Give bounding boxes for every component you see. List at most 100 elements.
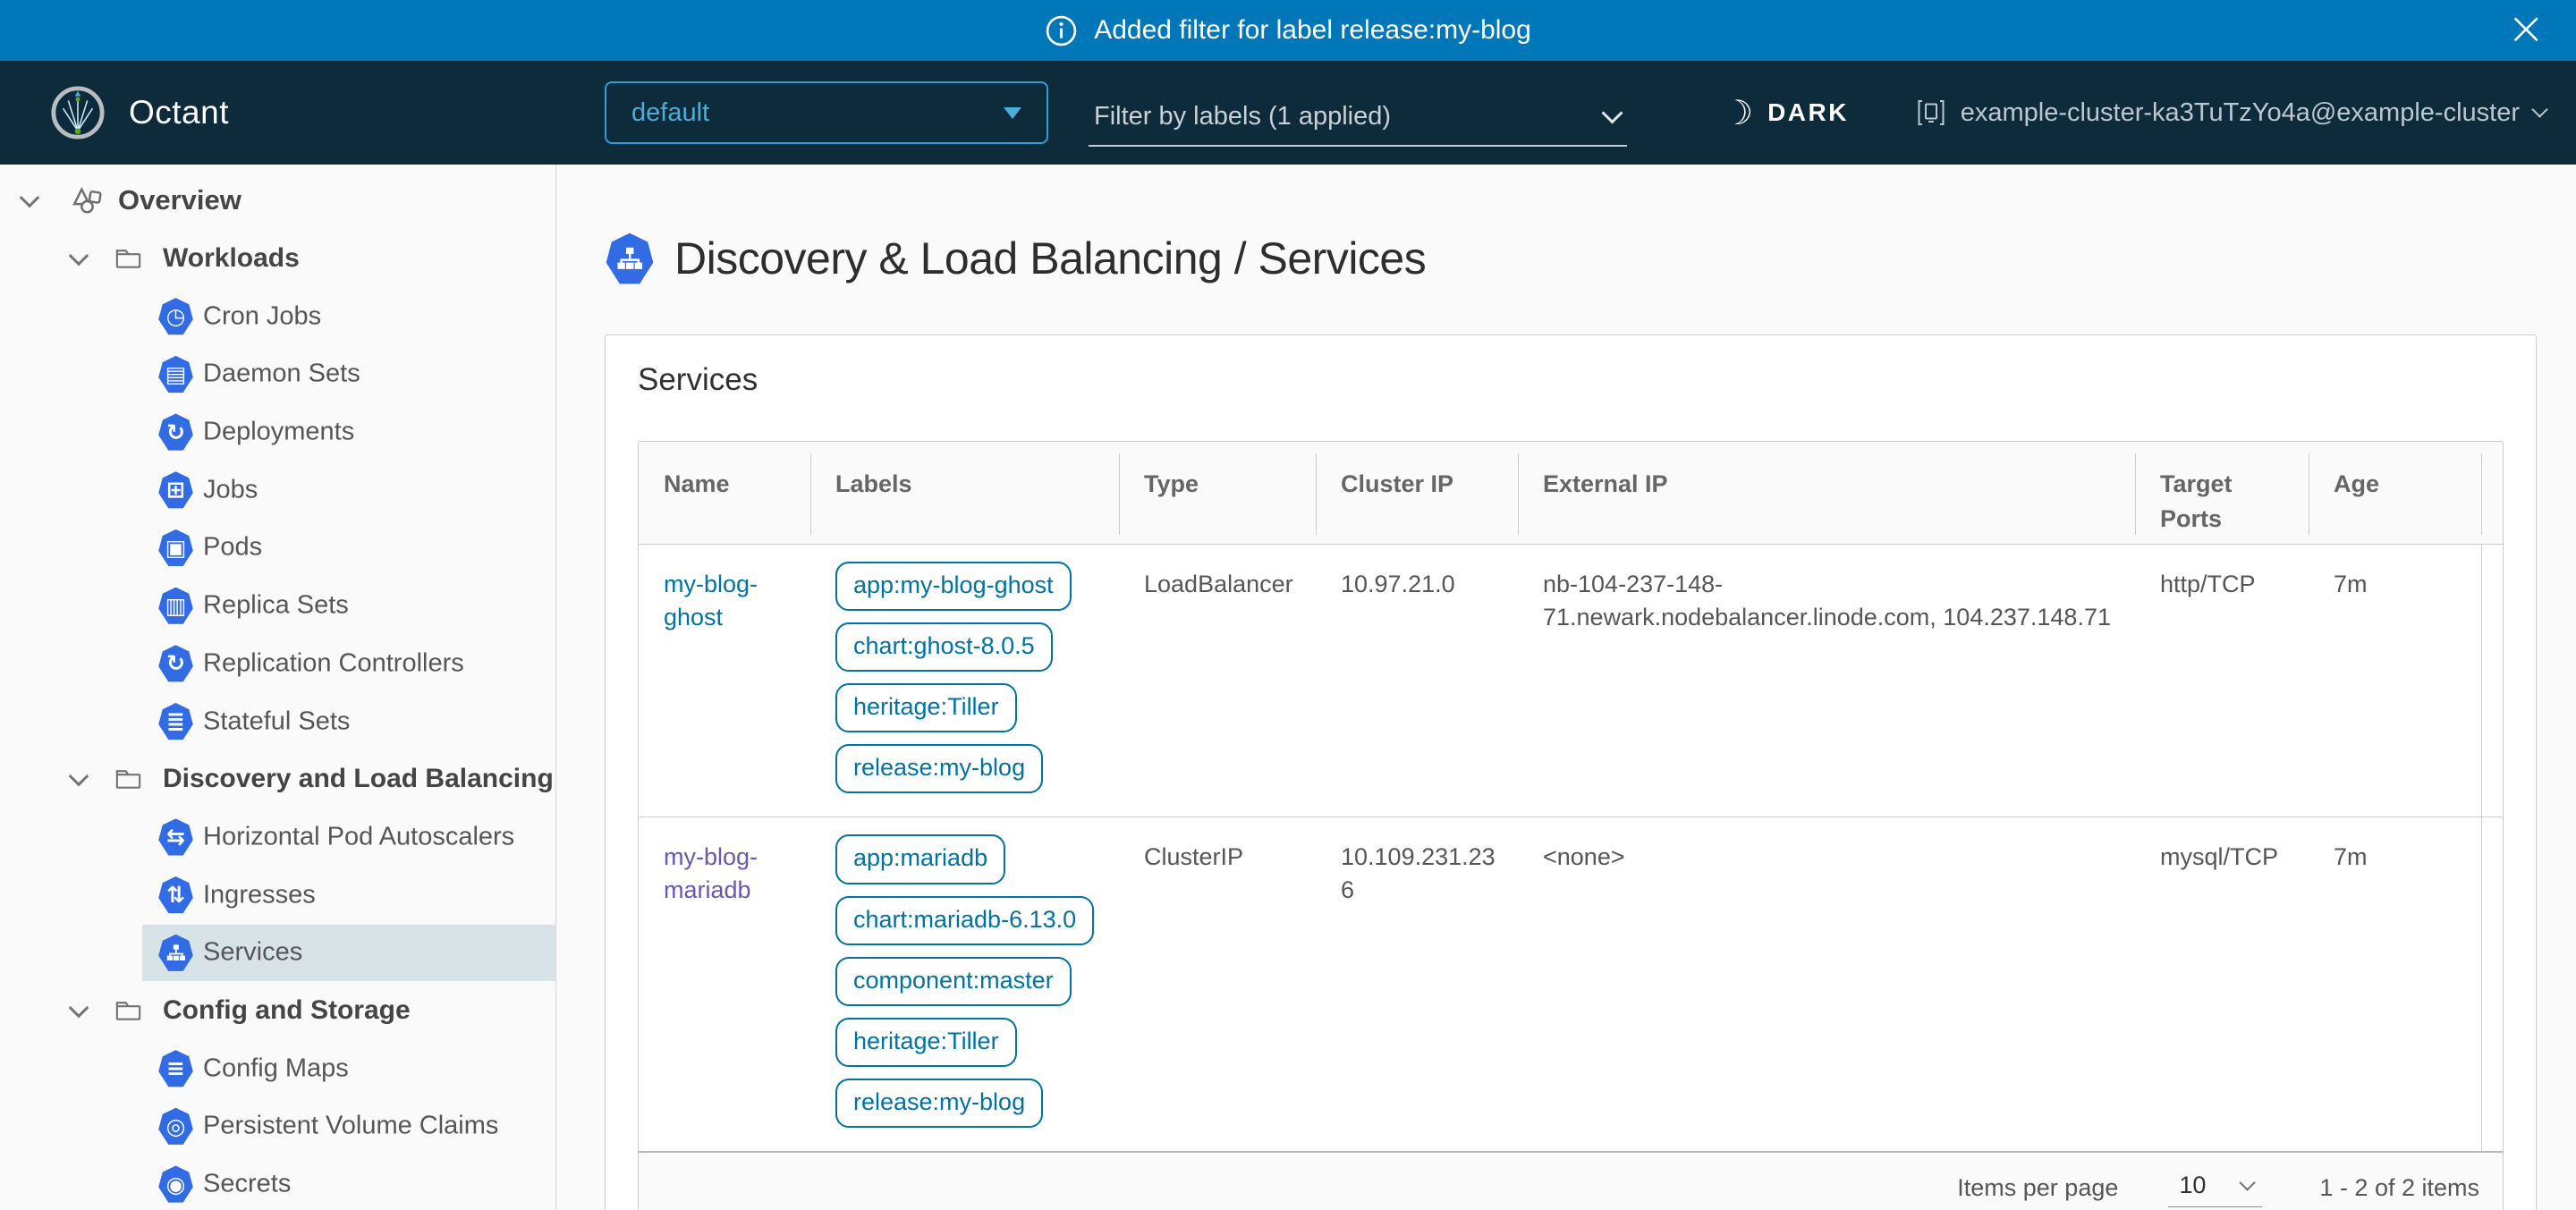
theme-toggle-label: DARK bbox=[1767, 98, 1849, 127]
sidebar-item-label: Replication Controllers bbox=[203, 648, 464, 678]
cluster-icon bbox=[1916, 97, 1946, 128]
label-pill[interactable]: heritage:Tiller bbox=[835, 1018, 1017, 1067]
sidebar-item-config-maps[interactable]: ≡ Config Maps bbox=[0, 1039, 555, 1097]
caret-down-icon bbox=[1004, 107, 1021, 119]
sidebar-item-label: Workloads bbox=[163, 243, 300, 274]
sidebar-item-label: Horizontal Pod Autoscalers bbox=[203, 822, 514, 851]
services-card: Services NameLabelsTypeCluster IPExterna… bbox=[605, 334, 2537, 1210]
sidebar-item-replication-controllers[interactable]: ↻ Replication Controllers bbox=[0, 635, 555, 693]
cluster-switcher[interactable]: example-cluster-ka3TuTzYo4a@example-clus… bbox=[1916, 61, 2546, 165]
page-title-row: Discovery & Load Balancing / Services bbox=[605, 233, 2576, 284]
persistent-volume-claims-icon: ◎ bbox=[157, 1107, 194, 1145]
label-filter-dropdown[interactable]: Filter by labels (1 applied) bbox=[1089, 93, 1627, 147]
chevron-down-icon[interactable] bbox=[20, 188, 40, 208]
label-pill[interactable]: app:mariadb bbox=[835, 834, 1005, 884]
chevron-down-icon bbox=[2531, 101, 2547, 117]
service-link[interactable]: my-blog-mariadb bbox=[664, 843, 758, 902]
label-pill-list: app:my-blog-ghost chart:ghost-8.0.5 herita… bbox=[835, 562, 1097, 793]
label-pill[interactable]: component:master bbox=[835, 957, 1072, 1006]
cluster-ip-cell: 10.109.231.236 bbox=[1316, 817, 1518, 1151]
age-cell: 7m bbox=[2309, 817, 2481, 1151]
sidebar-item-pods[interactable]: ▣Pods bbox=[0, 519, 555, 577]
label-pill[interactable]: chart:ghost-8.0.5 bbox=[835, 622, 1053, 672]
column-header-age: Age bbox=[2309, 442, 2481, 545]
chevron-down-icon[interactable] bbox=[69, 766, 89, 787]
service-link[interactable]: my-blog-ghost bbox=[664, 571, 758, 630]
page-size-select[interactable]: 10 bbox=[2168, 1170, 2262, 1207]
sidebar-item-label: Config Maps bbox=[203, 1053, 349, 1083]
items-per-page-label: Items per page bbox=[1957, 1174, 2118, 1202]
page-size-value: 10 bbox=[2179, 1172, 2206, 1199]
label-pill[interactable]: chart:mariadb-6.13.0 bbox=[835, 896, 1094, 945]
sidebar-item-services[interactable]: Services bbox=[0, 924, 555, 982]
label-pill[interactable]: release:my-blog bbox=[835, 744, 1043, 793]
app-header: Octant default Filter by labels (1 appli… bbox=[0, 61, 2576, 165]
folder-icon bbox=[113, 243, 144, 275]
external-ip-cell: <none> bbox=[1518, 817, 2135, 1151]
cron-jobs-icon: ◷ bbox=[157, 298, 194, 335]
sidebar-item-label: Overview bbox=[118, 184, 242, 216]
chevron-down-icon[interactable] bbox=[69, 998, 89, 1019]
sidebar-item-label: Replica Sets bbox=[203, 591, 349, 621]
sidebar-item-label: Config and Storage bbox=[163, 995, 411, 1026]
theme-toggle[interactable]: ☾ DARK bbox=[1723, 61, 1849, 165]
table-row: my-blog-ghost app:my-blog-ghost chart:ghos… bbox=[639, 545, 2504, 817]
config-maps-icon: ≡ bbox=[157, 1050, 194, 1087]
target-ports-cell: http/TCP bbox=[2135, 545, 2309, 817]
sidebar-item-label: Jobs bbox=[203, 475, 258, 504]
sidebar-item-label: Ingresses bbox=[203, 880, 316, 910]
folder-icon bbox=[113, 764, 144, 795]
sidebar-item-label: Cron Jobs bbox=[203, 301, 321, 331]
sidebar-item-horizontal-pod-autoscalers[interactable]: ⇆ Horizontal Pod Autoscalers bbox=[0, 808, 555, 867]
column-header-type: Type bbox=[1119, 442, 1316, 545]
sidebar-item-label: Persistent Volume Claims bbox=[203, 1112, 498, 1141]
chevron-down-icon[interactable] bbox=[69, 246, 89, 267]
sidebar-item-workloads[interactable]: Workloads bbox=[0, 230, 555, 288]
sidebar-item-deployments[interactable]: ↻Deployments bbox=[0, 403, 555, 461]
name-cell: my-blog-ghost bbox=[639, 545, 810, 817]
daemon-sets-icon: ▤ bbox=[157, 355, 194, 393]
cluster-name: example-cluster-ka3TuTzYo4a@example-clus… bbox=[1961, 98, 2520, 128]
sidebar-item-config-and-storage[interactable]: Config and Storage bbox=[0, 982, 555, 1040]
close-icon[interactable]: × bbox=[2506, 5, 2546, 52]
sidebar-item-cron-jobs[interactable]: ◷ Cron Jobs bbox=[0, 287, 555, 345]
info-icon bbox=[1045, 14, 1078, 47]
sidebar-item-replica-sets[interactable]: ▥Replica Sets bbox=[0, 577, 555, 635]
table-footer: Items per page 10 1 - 2 of 2 items bbox=[639, 1151, 2503, 1210]
sidebar-item-overview[interactable]: Overview bbox=[0, 172, 555, 230]
deployments-icon: ↻ bbox=[157, 413, 194, 451]
sidebar-item-stateful-sets[interactable]: ≣Stateful Sets bbox=[0, 692, 555, 750]
column-header-target-ports: Target Ports bbox=[2135, 442, 2309, 545]
moon-icon: ☾ bbox=[1723, 93, 1753, 132]
main-content: Discovery & Load Balancing / Services Se… bbox=[556, 165, 2576, 1210]
sidebar: Overview Workloads ◷ Cron Jobs ▤Daemon Sets… bbox=[0, 165, 556, 1210]
column-header-name: Name bbox=[639, 442, 810, 545]
namespace-value: default bbox=[631, 98, 709, 128]
replication-controllers-icon: ↻ bbox=[157, 645, 194, 682]
label-pill[interactable]: heritage:Tiller bbox=[835, 683, 1017, 732]
age-cell: 7m bbox=[2309, 545, 2481, 817]
row-spacer-cell bbox=[2481, 817, 2504, 1151]
stateful-sets-icon: ≣ bbox=[157, 703, 194, 740]
sidebar-item-daemon-sets[interactable]: ▤Daemon Sets bbox=[0, 345, 555, 403]
sidebar-item-persistent-volume-claims[interactable]: ◎ Persistent Volume Claims bbox=[0, 1097, 555, 1155]
pods-icon: ▣ bbox=[157, 529, 194, 566]
label-pill[interactable]: app:my-blog-ghost bbox=[835, 562, 1072, 611]
column-header-cluster-ip: Cluster IP bbox=[1316, 442, 1518, 545]
horizontal-pod-autoscalers-icon: ⇆ bbox=[157, 818, 194, 856]
column-header-spacer bbox=[2481, 442, 2504, 545]
sidebar-item-secrets[interactable]: ◉Secrets bbox=[0, 1155, 555, 1210]
label-pill-list: app:mariadb chart:mariadb-6.13.0 component… bbox=[835, 834, 1097, 1127]
column-header-labels: Labels bbox=[810, 442, 1119, 545]
sidebar-item-ingresses[interactable]: ⇅Ingresses bbox=[0, 866, 555, 924]
sidebar-item-discovery-and-load-balancing[interactable]: Discovery and Load Balancing bbox=[0, 750, 555, 808]
label-pill[interactable]: release:my-blog bbox=[835, 1079, 1043, 1128]
label-filter-text: Filter by labels (1 applied) bbox=[1094, 102, 1391, 131]
alert-banner: Added filter for label release:my-blog × bbox=[0, 0, 2576, 61]
brand: Octant bbox=[50, 61, 229, 165]
jobs-icon: ⊞ bbox=[157, 471, 194, 509]
chevron-down-icon bbox=[2240, 1174, 2256, 1190]
card-title: Services bbox=[638, 362, 2504, 398]
namespace-select[interactable]: default bbox=[605, 81, 1048, 144]
sidebar-item-jobs[interactable]: ⊞ Jobs bbox=[0, 461, 555, 519]
